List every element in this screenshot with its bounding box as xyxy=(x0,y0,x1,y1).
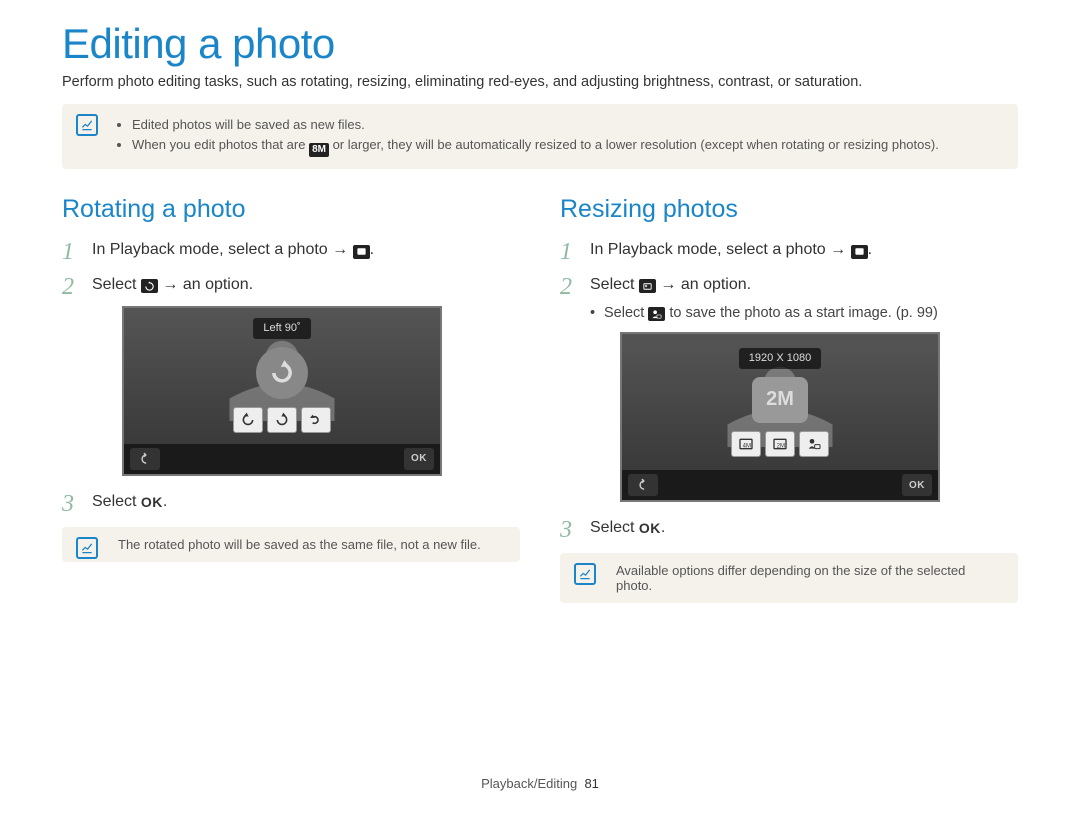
res-opt-large[interactable]: 4M xyxy=(731,431,761,457)
res-sub-bullet: Select to save the photo as a start imag… xyxy=(590,302,1018,324)
col-resizing: Resizing photos In Playback mode, select… xyxy=(560,195,1018,629)
rotate-icon xyxy=(141,279,158,293)
rot-note-box: The rotated photo will be saved as the s… xyxy=(62,527,520,562)
ok-text-inline: OK xyxy=(639,520,661,536)
ok-button[interactable]: OK xyxy=(404,448,434,470)
page-footer: Playback/Editing 81 xyxy=(0,776,1080,791)
res-screenshot: 1920 X 1080 2M 4M 2M xyxy=(620,332,940,502)
back-button[interactable] xyxy=(628,474,658,496)
resize-icon xyxy=(639,279,656,293)
top-note-box: Edited photos will be saved as new files… xyxy=(62,104,1018,169)
res-step2-post: → an option. xyxy=(660,276,751,293)
svg-text:E: E xyxy=(362,250,365,255)
rot-step1-text: In Playback mode, select a photo → xyxy=(92,241,353,258)
res-step-3: Select OK. xyxy=(560,516,1018,541)
heading-rotating: Rotating a photo xyxy=(62,195,520,224)
cam-label-1920: 1920 X 1080 xyxy=(739,348,821,369)
top-note-1: Edited photos will be saved as new files… xyxy=(132,116,1002,134)
res-opt-start[interactable] xyxy=(799,431,829,457)
note-icon xyxy=(76,537,98,559)
ok-text-inline: OK xyxy=(141,494,163,510)
size-2m-text: 2M xyxy=(766,384,794,415)
rot-step3-pre: Select xyxy=(92,493,141,510)
rot-note-text: The rotated photo will be saved as the s… xyxy=(118,537,481,552)
rot-step-3: Select OK. xyxy=(62,490,520,515)
res-opt-medium[interactable]: 2M xyxy=(765,431,795,457)
rot-opt-180[interactable] xyxy=(301,407,331,433)
rot-screenshot: Left 90˚ OK xyxy=(122,306,442,476)
rot-step2-post: → an option. xyxy=(162,276,253,293)
rot-step-2: Select → an option. Left 90˚ xyxy=(62,273,520,476)
rot-step-1: In Playback mode, select a photo → E . xyxy=(62,238,520,263)
res-note-text: Available options differ depending on th… xyxy=(616,563,965,593)
cam-label-left90: Left 90˚ xyxy=(253,318,310,339)
svg-text:E: E xyxy=(860,250,863,255)
res-step-2: Select → an option. Select to save the p… xyxy=(560,273,1018,502)
note-icon xyxy=(76,114,98,136)
intro-text: Perform photo editing tasks, such as rot… xyxy=(62,74,1018,90)
big-rotate-icon xyxy=(256,347,308,399)
rot-opt-left[interactable] xyxy=(267,407,297,433)
footer-section: Playback/Editing xyxy=(481,776,577,791)
res-step-1: In Playback mode, select a photo → E . xyxy=(560,238,1018,263)
note-icon xyxy=(574,563,596,585)
big-size-icon: 2M xyxy=(752,377,808,423)
rot-opt-right[interactable] xyxy=(233,407,263,433)
res-step1-text: In Playback mode, select a photo → xyxy=(590,241,851,258)
page-title: Editing a photo xyxy=(62,20,1018,68)
start-image-icon xyxy=(648,307,665,321)
res-step3-pre: Select xyxy=(590,519,639,536)
size-8m-icon: 8M xyxy=(309,143,329,157)
res-step2-pre: Select xyxy=(590,276,639,293)
res-sub-pre: Select xyxy=(604,305,648,321)
rot-step2-pre: Select xyxy=(92,276,141,293)
res-note-box: Available options differ depending on th… xyxy=(560,553,1018,603)
heading-resizing: Resizing photos xyxy=(560,195,1018,224)
edit-icon: E xyxy=(353,245,370,259)
footer-page: 81 xyxy=(584,776,598,791)
res-sub-post: to save the photo as a start image. (p. … xyxy=(669,305,937,321)
back-button[interactable] xyxy=(130,448,160,470)
svg-text:2M: 2M xyxy=(777,443,785,449)
ok-button[interactable]: OK xyxy=(902,474,932,496)
edit-icon: E xyxy=(851,245,868,259)
col-rotating: Rotating a photo In Playback mode, selec… xyxy=(62,195,520,629)
svg-text:4M: 4M xyxy=(743,443,751,449)
top-note-2: When you edit photos that are 8M or larg… xyxy=(132,136,1002,157)
